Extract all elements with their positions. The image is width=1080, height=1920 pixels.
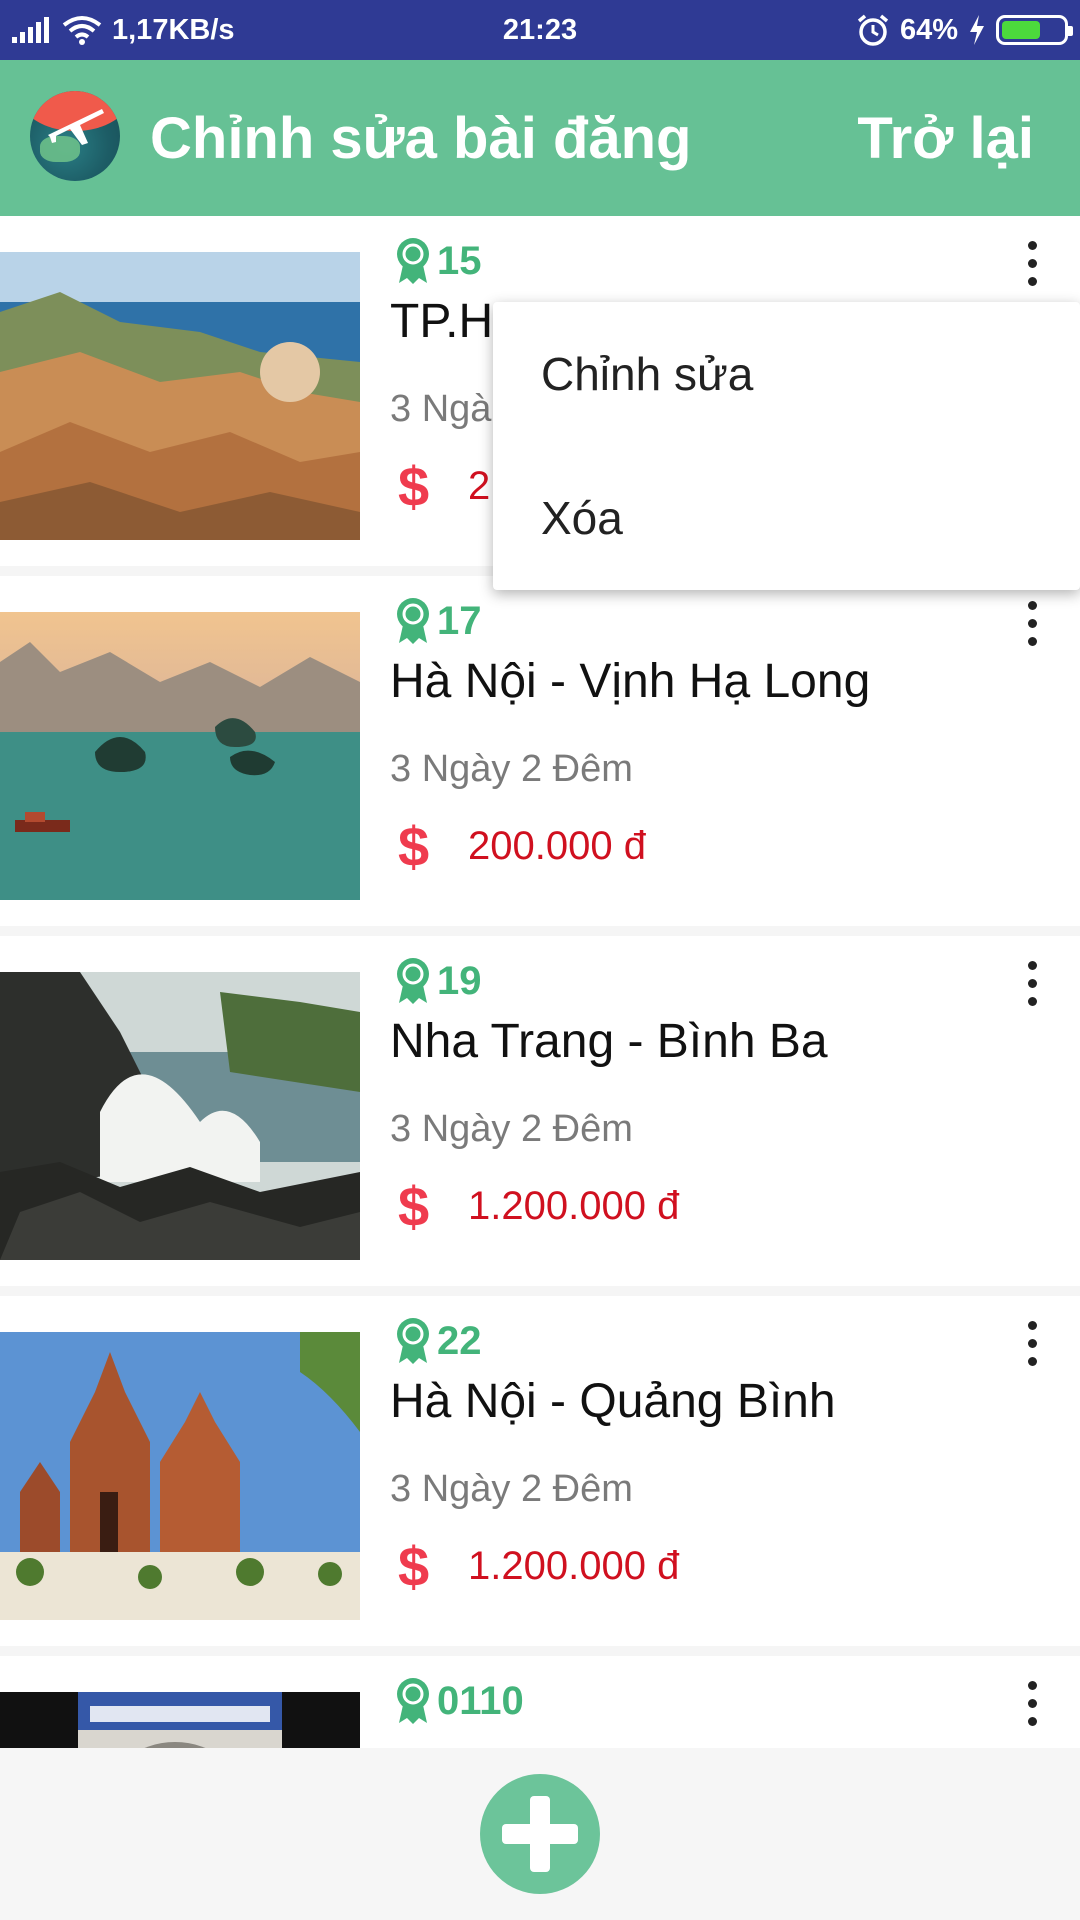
tour-id: 19 [437,958,482,1003]
more-options-button[interactable] [1012,948,1052,1018]
award-ribbon-icon [397,958,429,1004]
alarm-icon [857,14,889,46]
price-value: 200.000 đ [468,824,646,868]
dollar-icon: $ [398,455,430,518]
more-options-button[interactable] [1012,588,1052,658]
more-options-button[interactable] [1012,1308,1052,1378]
battery-percent: 64% [899,13,958,46]
app-bar: Chỉnh sửa bài đăng Trở lại [0,60,1080,216]
tour-thumbnail [0,972,360,1260]
price-value: 1.200.000 đ [468,1184,680,1228]
menu-item-edit[interactable]: Chỉnh sửa [493,302,1080,446]
tour-name: Hà Nội - Vịnh Hạ Long [390,655,871,708]
tour-price: $ 2 [398,454,490,519]
tour-price: $ 1.200.000 đ [398,1534,679,1599]
tour-id: 17 [437,598,482,643]
back-button[interactable]: Trở lại [857,60,1034,216]
award-ribbon-icon [397,1318,429,1364]
options-popup-menu: Chỉnh sửa Xóa [493,302,1080,590]
award-ribbon-icon [397,598,429,644]
dollar-icon: $ [398,1175,430,1238]
tour-duration: 3 Ngày 2 Đêm [390,1108,633,1150]
tour-thumbnail [0,252,360,540]
menu-item-delete[interactable]: Xóa [493,446,1080,590]
list-item[interactable]: 17 Hà Nội - Vịnh Hạ Long 3 Ngày 2 Đêm $ … [0,576,1080,926]
charging-icon [970,15,984,45]
list-item[interactable]: 0110 [0,1656,1080,1748]
tour-id: 0110 [437,1678,524,1723]
bottom-bar [0,1748,1080,1920]
tour-id: 15 [437,238,482,283]
tour-id-badge: 19 [393,956,482,1006]
list-item[interactable]: 22 Hà Nội - Quảng Bình 3 Ngày 2 Đêm $ 1.… [0,1296,1080,1646]
tour-id-badge: 15 [393,236,482,286]
tour-name: Hà Nội - Quảng Bình [390,1375,836,1428]
status-bar: 1,17KB/s 21:23 64% [0,0,1080,60]
battery-icon [996,15,1073,45]
app-logo [30,91,120,181]
price-value: 1.200.000 đ [468,1544,680,1588]
tour-price: $ 1.200.000 đ [398,1174,679,1239]
award-ribbon-icon [397,1678,429,1724]
tour-id-badge: 22 [393,1316,482,1366]
dollar-icon: $ [398,815,430,878]
tour-price: $ 200.000 đ [398,814,646,879]
list-item[interactable]: 19 Nha Trang - Bình Ba 3 Ngày 2 Đêm $ 1.… [0,936,1080,1286]
tour-id-badge: 17 [393,596,482,646]
tour-id-badge: 0110 [393,1676,524,1726]
award-ribbon-icon [397,238,429,284]
more-options-button[interactable] [1012,228,1052,298]
tour-thumbnail [0,1332,360,1620]
tour-duration: 3 Ngà [390,388,492,430]
tour-thumbnail [0,1692,360,1748]
add-post-button[interactable] [480,1774,600,1894]
tour-name: Nha Trang - Bình Ba [390,1015,828,1068]
tour-thumbnail [0,612,360,900]
status-right: 64% [856,0,1073,60]
tour-duration: 3 Ngày 2 Đêm [390,748,633,790]
page-title: Chỉnh sửa bài đăng [150,105,692,171]
airplane-icon [48,109,104,145]
tour-name: TP.H [390,295,494,348]
tour-duration: 3 Ngày 2 Đêm [390,1468,633,1510]
dollar-icon: $ [398,1535,430,1598]
tour-id: 22 [437,1318,482,1363]
price-value: 2 [468,464,491,508]
more-options-button[interactable] [1012,1668,1052,1738]
